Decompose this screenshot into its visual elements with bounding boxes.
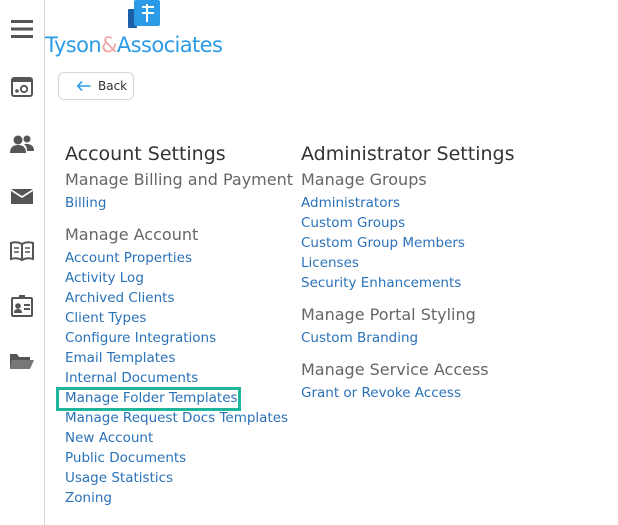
link-activity-log[interactable]: Activity Log [65,268,293,288]
link-client-types[interactable]: Client Types [65,308,293,328]
link-grant-or-revoke-access[interactable]: Grant or Revoke Access [301,383,515,403]
folder-icon[interactable] [0,346,44,376]
link-archived-clients[interactable]: Archived Clients [65,288,293,308]
dashboard-settings-icon[interactable] [0,72,44,102]
book-icon[interactable] [0,236,44,266]
link-account-properties[interactable]: Account Properties [65,248,293,268]
account-settings-column: Account Settings Manage Billing and Paym… [65,141,293,508]
brand-logo: Tyson&Associates [45,0,245,60]
link-custom-branding[interactable]: Custom Branding [301,328,515,348]
menu-icon[interactable] [0,14,44,44]
brand-name-part2: Associates [116,33,223,57]
section-heading-manage-account: Manage Account [65,225,199,244]
link-configure-integrations[interactable]: Configure Integrations [65,328,293,348]
administrator-settings-column: Administrator Settings Manage Groups Adm… [301,141,515,403]
brand-name-amp: & [101,33,117,57]
section-heading-manage-service-access: Manage Service Access [301,360,489,379]
link-billing[interactable]: Billing [65,193,293,213]
brand-name-part1: Tyson [45,33,102,57]
link-administrators[interactable]: Administrators [301,193,515,213]
link-usage-statistics[interactable]: Usage Statistics [65,468,293,488]
link-zoning[interactable]: Zoning [65,488,293,508]
administrator-settings-title: Administrator Settings [301,143,515,165]
arrow-left-icon [77,81,91,91]
link-internal-documents[interactable]: Internal Documents [65,368,293,388]
users-icon[interactable] [0,129,44,159]
sidebar [0,0,45,525]
link-manage-folder-templates[interactable]: Manage Folder Templates [65,388,293,408]
contact-card-icon[interactable] [0,291,44,321]
brand-name: Tyson&Associates [45,33,223,57]
section-heading-manage-groups: Manage Groups [301,170,427,189]
link-public-documents[interactable]: Public Documents [65,448,293,468]
back-button[interactable]: Back [58,72,134,100]
link-new-account[interactable]: New Account [65,428,293,448]
mail-icon[interactable] [0,182,44,212]
logo-mark-icon [128,0,160,32]
link-custom-group-members[interactable]: Custom Group Members [301,233,515,253]
account-settings-title: Account Settings [65,143,226,165]
section-heading-manage-portal-styling: Manage Portal Styling [301,305,476,324]
link-manage-request-docs-templates[interactable]: Manage Request Docs Templates [65,408,293,428]
link-security-enhancements[interactable]: Security Enhancements [301,273,515,293]
link-email-templates[interactable]: Email Templates [65,348,293,368]
link-custom-groups[interactable]: Custom Groups [301,213,515,233]
back-button-label: Back [98,79,128,93]
section-heading-billing: Manage Billing and Payment [65,170,294,189]
link-licenses[interactable]: Licenses [301,253,515,273]
